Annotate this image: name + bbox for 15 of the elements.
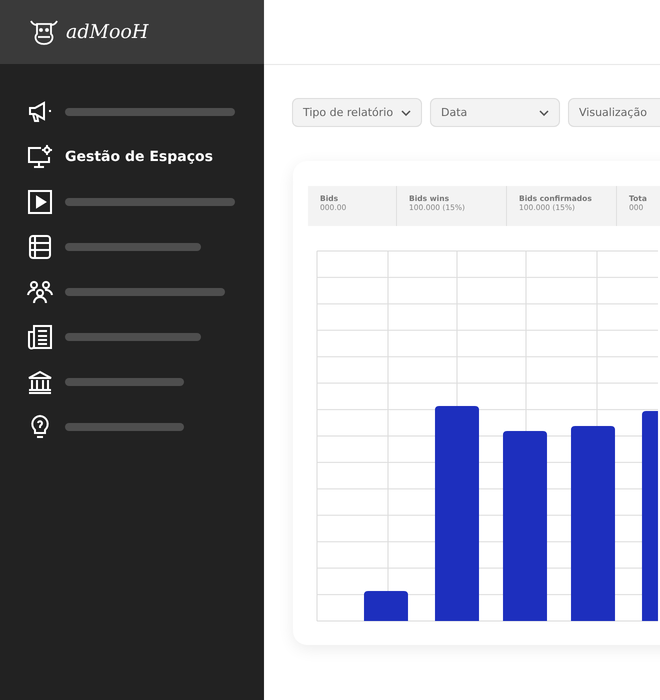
megaphone-icon[interactable] xyxy=(27,98,53,124)
nav-item[interactable]: Gestão de Espaços xyxy=(65,148,213,164)
play-icon[interactable] xyxy=(27,188,53,214)
dropdown[interactable]: Data xyxy=(430,98,560,127)
bank-icon[interactable] xyxy=(27,368,53,394)
chevron-down-icon xyxy=(401,110,411,116)
logo-text: adMooH xyxy=(66,21,148,43)
server-icon[interactable] xyxy=(27,234,53,260)
dropdown[interactable]: Tipo de relatório xyxy=(292,98,422,127)
chevron-down-icon xyxy=(539,110,549,116)
people-icon[interactable] xyxy=(27,278,53,304)
newspaper-icon[interactable] xyxy=(27,324,53,350)
chart-bar xyxy=(364,591,408,621)
monitor-gear-icon[interactable] xyxy=(27,144,53,170)
dropdown[interactable]: Visualização xyxy=(568,98,660,127)
